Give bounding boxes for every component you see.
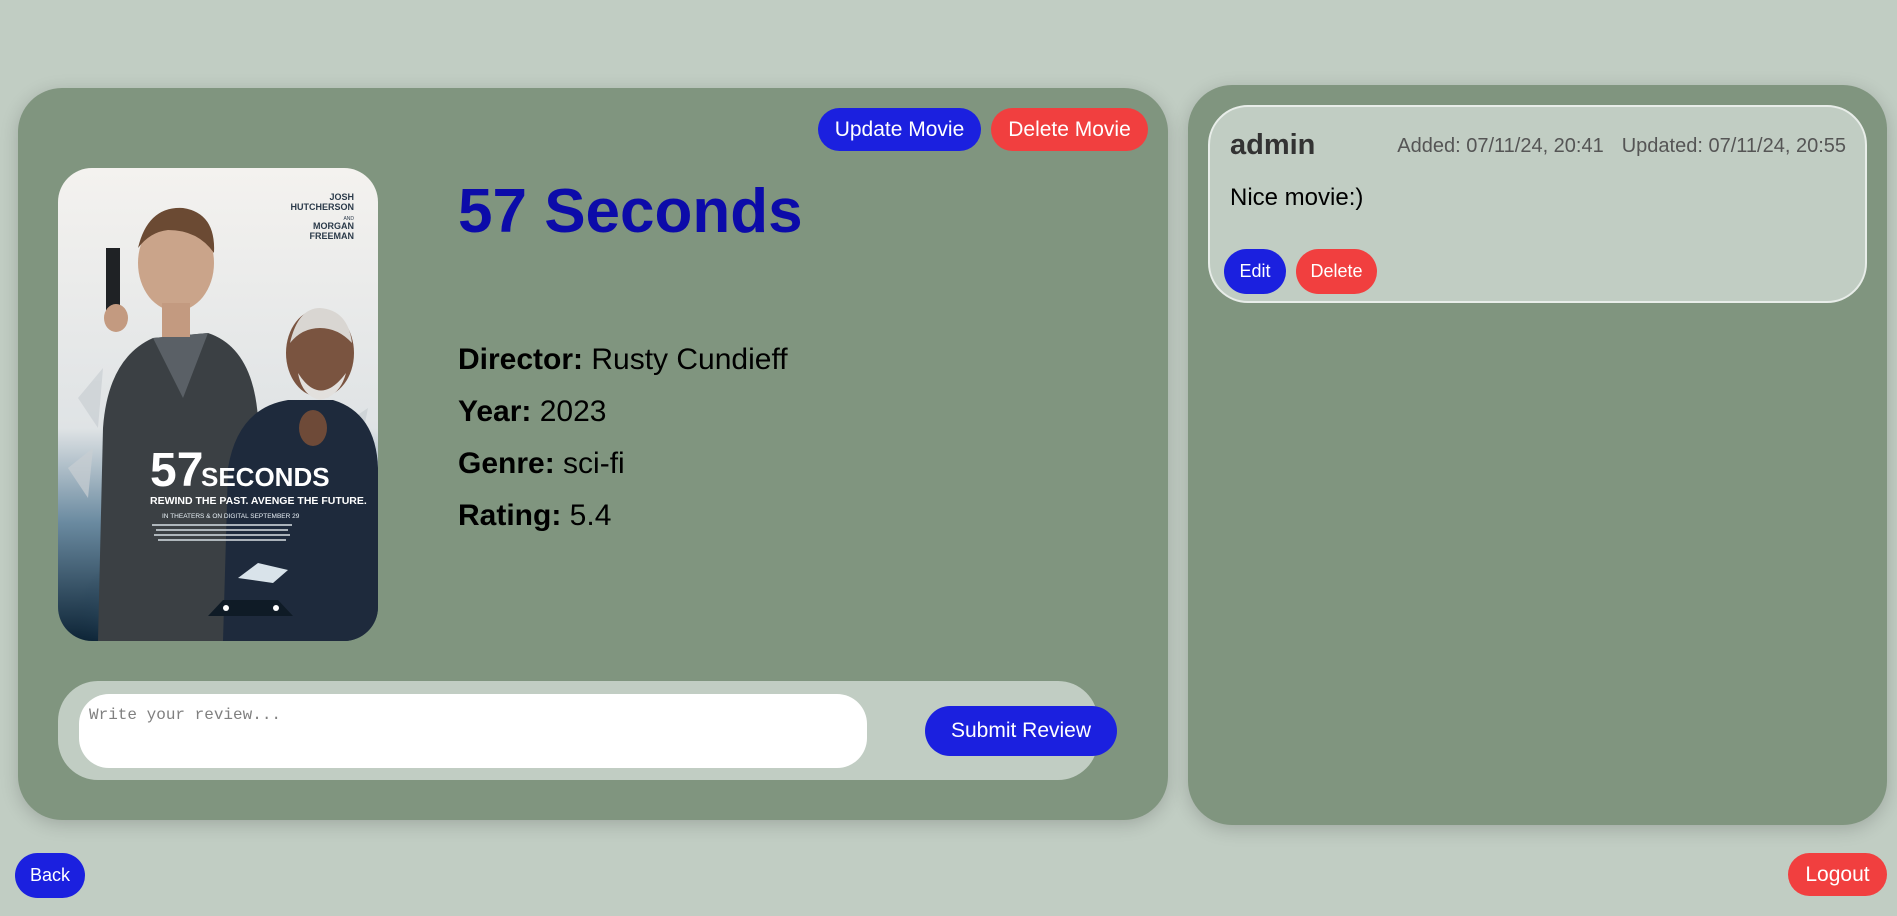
poster-actor1-first: JOSH	[329, 192, 354, 202]
detail-value: 2023	[539, 395, 607, 428]
submit-review-button[interactable]: Submit Review	[925, 706, 1117, 756]
delete-movie-button[interactable]: Delete Movie	[991, 108, 1148, 151]
poster-tagline: REWIND THE PAST. AVENGE THE FUTURE.	[150, 495, 367, 507]
delete-review-button[interactable]: Delete	[1296, 249, 1377, 294]
poster-actor1-last: HUTCHERSON	[290, 202, 354, 212]
review-card: admin Added: 07/11/24, 20:41 Updated: 07/…	[1208, 105, 1867, 303]
review-author: admin	[1230, 129, 1316, 161]
reviews-panel: admin Added: 07/11/24, 20:41 Updated: 07/…	[1188, 85, 1887, 825]
detail-genre: Genre: sci-fi	[458, 438, 788, 490]
detail-label: Year:	[458, 395, 532, 428]
review-input[interactable]	[79, 694, 867, 768]
detail-year: Year: 2023	[458, 386, 788, 438]
movie-poster: 57 SECONDS REWIND THE PAST. AVENGE THE F…	[58, 168, 378, 641]
detail-value: Rusty Cundieff	[591, 343, 788, 376]
detail-label: Genre:	[458, 447, 555, 480]
detail-value: 5.4	[569, 499, 612, 532]
detail-label: Director:	[458, 343, 584, 376]
logout-button[interactable]: Logout	[1788, 853, 1887, 896]
movie-details-list: Director: Rusty Cundieff Year: 2023 Genr…	[458, 334, 788, 542]
movie-details-panel: Update Movie Delete Movie 57 SECONDS REW…	[18, 88, 1168, 820]
review-text: Nice movie:)	[1230, 184, 1364, 211]
poster-actor2-last: FREEMAN	[310, 231, 355, 241]
detail-value: sci-fi	[563, 447, 625, 480]
detail-rating: Rating: 5.4	[458, 490, 788, 542]
review-added-date: Added: 07/11/24, 20:41	[1397, 135, 1604, 157]
detail-label: Rating:	[458, 499, 562, 532]
review-updated-date: Updated: 07/11/24, 20:55	[1621, 135, 1846, 157]
back-button[interactable]: Back	[15, 853, 85, 898]
poster-title-number: 57	[150, 444, 203, 497]
movie-title: 57 Seconds	[458, 177, 803, 246]
update-movie-button[interactable]: Update Movie	[818, 108, 981, 151]
review-form: Submit Review	[58, 681, 1117, 780]
review-timestamps: Added: 07/11/24, 20:41 Updated: 07/11/24,…	[1397, 131, 1846, 161]
detail-director: Director: Rusty Cundieff	[458, 334, 788, 386]
poster-release: IN THEATERS & ON DIGITAL SEPTEMBER 29	[162, 513, 300, 520]
edit-review-button[interactable]: Edit	[1224, 249, 1286, 294]
poster-title-word: SECONDS	[201, 462, 330, 492]
poster-actor2-first: MORGAN	[313, 221, 354, 231]
